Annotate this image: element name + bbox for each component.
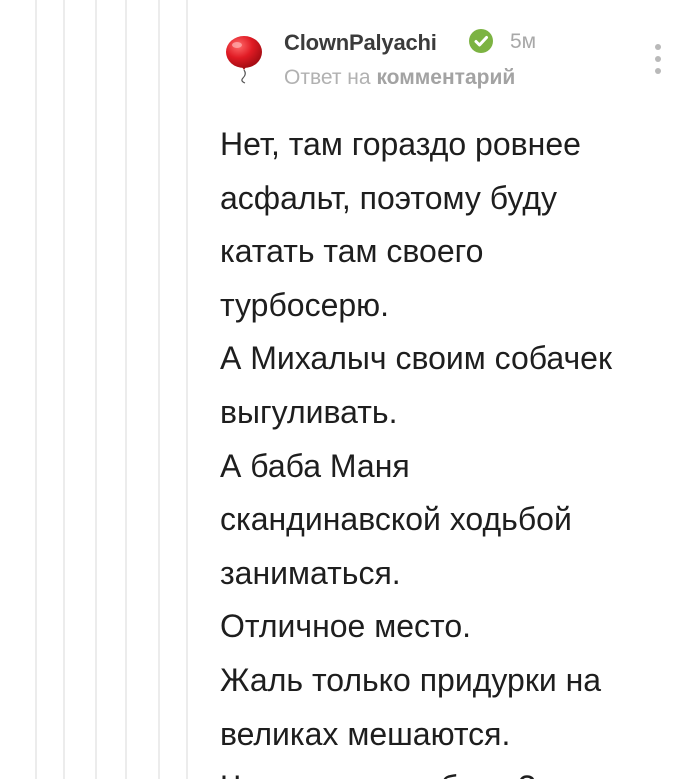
comment: ClownPalyachi 5м Ответ на комментарий Не… [200,0,700,779]
comment-body-line: великах мешаются. [220,715,511,752]
verified-check-icon [468,28,494,54]
thread-indent-line[interactable] [186,0,188,779]
comment-time: 5м [510,30,537,53]
comment-body-line: турбосерю. [220,286,390,323]
thread-indent-line[interactable] [63,0,65,779]
comment-body-line: Что они там забыли? [220,761,690,779]
reply-parent-link[interactable]: комментарий [376,66,515,89]
thread-indent-line[interactable] [125,0,127,779]
red-balloon-icon [226,36,262,84]
comment-body-line: заниматься. [220,554,401,591]
comment-body-line: А Михалыч своим собачек [220,340,612,377]
thread-indent-line[interactable] [35,0,37,779]
comment-body-line: А баба Маня [220,447,410,484]
thread-indent-line[interactable] [158,0,160,779]
comment-body-line: скандинавской ходьбой [220,501,572,538]
reply-info: Ответ на комментарий [284,66,515,90]
comment-body-line: Жаль только придурки на [220,661,602,698]
comment-body: Нет, там гораздо ровнее асфальт, поэтому… [220,118,690,779]
comment-author[interactable]: ClownPalyachi [284,30,437,56]
comment-body-line: асфальт, поэтому буду [220,179,557,216]
comment-body-line: катать там своего [220,233,484,270]
reply-prefix: Ответ на [284,66,371,89]
comment-body-line: выгуливать. [220,393,398,430]
avatar[interactable] [222,34,266,84]
more-vertical-icon[interactable] [648,40,668,80]
comment-body-line: Отличное место. [220,608,471,645]
comment-thread-page: ClownPalyachi 5м Ответ на комментарий Не… [0,0,700,779]
thread-indent-line[interactable] [95,0,97,779]
comment-body-line: Нет, там гораздо ровнее [220,126,581,162]
